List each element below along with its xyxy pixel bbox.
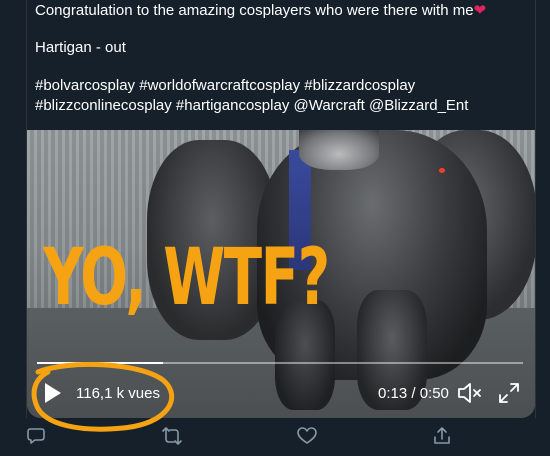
like-icon	[297, 427, 317, 444]
fullscreen-icon	[499, 383, 519, 403]
play-icon	[45, 383, 61, 403]
like-button[interactable]	[297, 426, 317, 446]
mute-button[interactable]	[457, 382, 483, 404]
reply-icon	[27, 428, 45, 444]
view-count: 116,1 k vues	[76, 385, 160, 402]
video-progress-bar[interactable]	[37, 362, 523, 364]
tweet-actions	[0, 426, 550, 448]
tweet-line-1: Congratulation to the amazing cosplayers…	[35, 1, 486, 21]
play-button[interactable]	[43, 382, 63, 404]
heart-emoji: ❤	[473, 2, 487, 19]
share-icon	[434, 427, 450, 444]
reply-button[interactable]	[26, 426, 46, 446]
video-time: 0:13 / 0:50	[378, 385, 449, 402]
fullscreen-button[interactable]	[498, 382, 520, 404]
volume-muted-icon	[458, 383, 481, 403]
video-overlay-caption: YO, WTF?	[43, 233, 330, 323]
share-button[interactable]	[432, 426, 452, 446]
tweet-line-1-text: Congratulation to the amazing cosplayers…	[35, 2, 474, 19]
video-player[interactable]: YO, WTF? 116,1 k vues 0:13 / 0:50	[27, 130, 535, 418]
tweet-hashtags-line-1[interactable]: #bolvarcosplay #worldofwarcraftcosplay #…	[35, 76, 415, 96]
tweet-border-right	[535, 0, 536, 418]
video-progress-fill	[37, 362, 164, 364]
retweet-icon	[162, 427, 182, 445]
video-skull	[299, 130, 379, 170]
tweet-hashtags-line-2[interactable]: #blizzconlinecosplay #hartigancosplay @W…	[35, 96, 468, 116]
tweet-line-2: Hartigan - out	[35, 39, 126, 56]
video-red-light	[439, 168, 445, 173]
retweet-button[interactable]	[162, 426, 182, 446]
